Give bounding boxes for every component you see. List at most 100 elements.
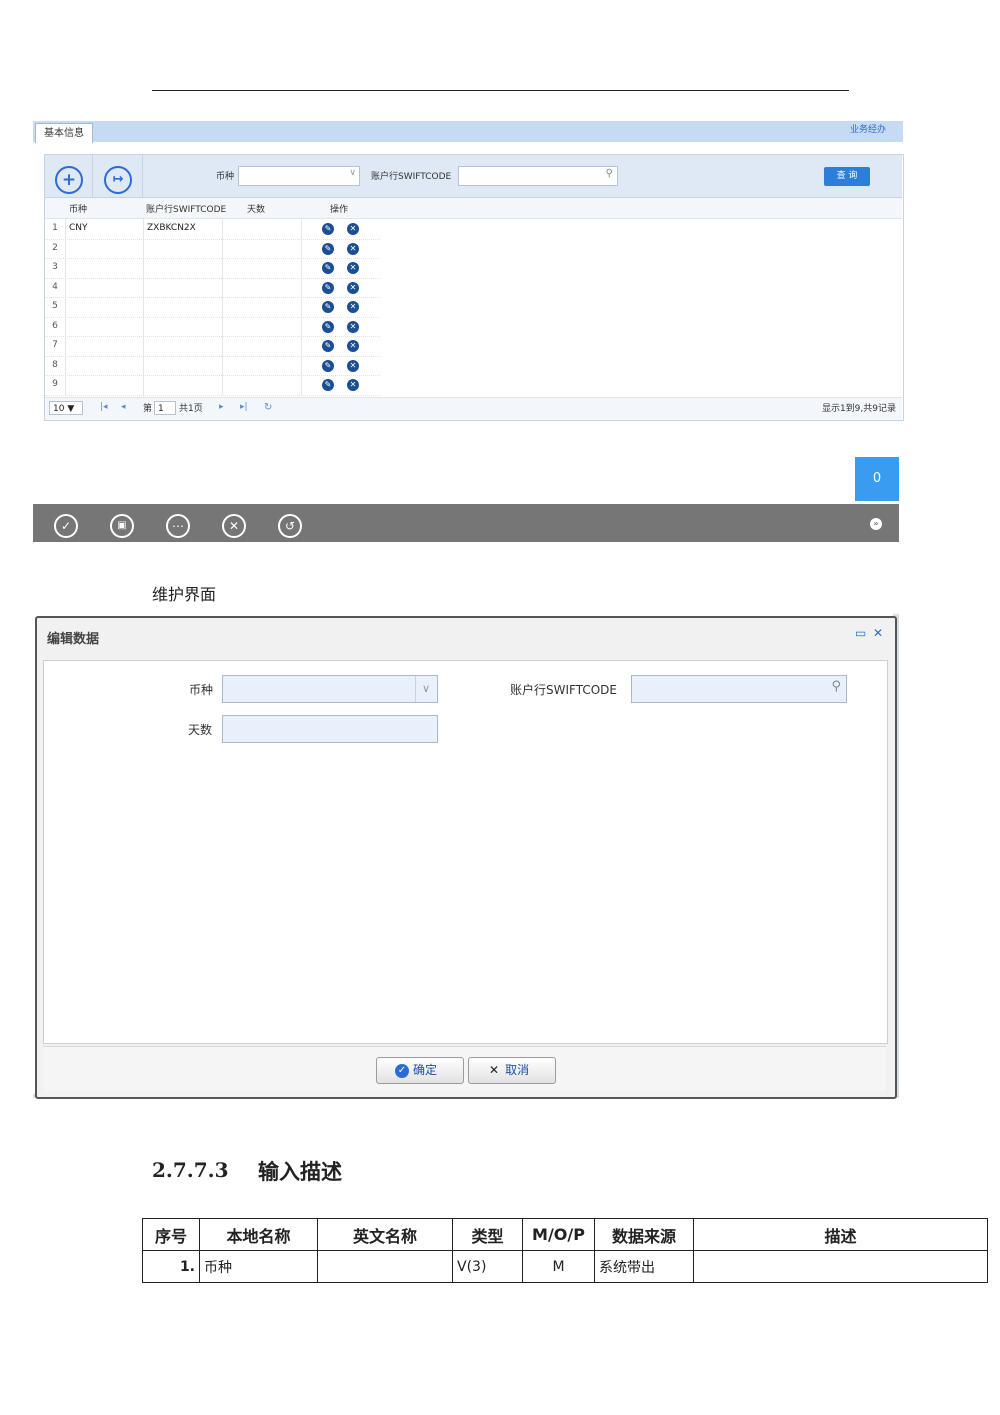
- delete-icon[interactable]: ✕: [347, 379, 359, 391]
- table-row[interactable]: 6 ✎ ✕: [45, 316, 380, 337]
- column-divider: [65, 219, 66, 239]
- header-cell: 序号: [142, 1218, 200, 1251]
- column-divider: [222, 336, 223, 356]
- currency-cell: [69, 239, 144, 259]
- column-divider: [222, 316, 223, 336]
- delete-icon[interactable]: ✕: [347, 320, 359, 333]
- column-divider: [143, 258, 144, 278]
- header-cell: M/O/P: [522, 1218, 595, 1251]
- edit-icon[interactable]: ✎: [322, 320, 334, 333]
- edit-icon[interactable]: ✎: [322, 223, 334, 235]
- col-days[interactable]: 天数: [247, 202, 265, 215]
- days-cell: [226, 297, 301, 317]
- ok-button[interactable]: ✓ 确定: [376, 1057, 464, 1084]
- col-swift[interactable]: 账户行SWIFTCODE: [146, 202, 226, 215]
- table-row[interactable]: 2 ✎ ✕: [45, 238, 380, 259]
- input-spec-table: 序号 本地名称 英文名称 类型 M/O/P 数据来源 描述 1. 币种 V(3)…: [142, 1218, 988, 1283]
- edit-icon[interactable]: ✎: [322, 340, 334, 352]
- table-row[interactable]: 9 ✎ ✕: [45, 375, 380, 396]
- swift-input[interactable]: ⚲: [631, 675, 847, 703]
- currency-cell: [69, 356, 144, 376]
- table-row: 1. 币种 V(3) M 系统带出: [142, 1250, 988, 1283]
- back-icon[interactable]: ↺: [278, 514, 302, 538]
- swift-cell: [147, 258, 222, 278]
- cancel-button[interactable]: ✕ 取消: [468, 1057, 556, 1084]
- currency-filter-select[interactable]: ∨: [238, 166, 360, 186]
- more-icon[interactable]: ⋯: [166, 514, 190, 538]
- toolbar-divider: [92, 155, 93, 197]
- row-number: 5: [52, 301, 58, 311]
- column-divider: [143, 277, 144, 297]
- row-number: 1: [52, 223, 58, 233]
- column-divider: [301, 336, 302, 356]
- desc-cell: [693, 1250, 988, 1283]
- add-icon[interactable]: +: [55, 166, 83, 194]
- delete-icon[interactable]: ✕: [347, 340, 359, 352]
- edit-icon[interactable]: ✎: [322, 242, 334, 255]
- delete-icon[interactable]: ✕: [347, 242, 359, 255]
- table-row[interactable]: 1 CNY ZXBKCN2X ✎ ✕: [45, 219, 380, 240]
- maximize-icon[interactable]: ▭: [855, 626, 866, 640]
- edit-icon[interactable]: ✎: [322, 379, 334, 391]
- table-row[interactable]: 3 ✎ ✕: [45, 258, 380, 279]
- seq-cell: 1.: [142, 1250, 200, 1283]
- table-row[interactable]: 4 ✎ ✕: [45, 277, 380, 298]
- swift-cell: [147, 239, 222, 259]
- tab-basic-info[interactable]: 基本信息: [35, 123, 93, 143]
- delete-icon[interactable]: ✕: [347, 281, 359, 294]
- row-number: 8: [52, 359, 58, 370]
- check-icon: ✓: [395, 1063, 409, 1078]
- search-icon[interactable]: ⚲: [606, 168, 613, 179]
- days-cell: [226, 219, 301, 239]
- page-number-input[interactable]: 1: [154, 401, 176, 415]
- last-page-icon[interactable]: ▸|: [240, 402, 248, 412]
- expand-icon[interactable]: »: [870, 518, 882, 530]
- first-page-icon[interactable]: |◂: [100, 402, 108, 412]
- count-badge[interactable]: 0: [855, 457, 899, 501]
- column-divider: [301, 297, 302, 317]
- swift-cell: [147, 375, 222, 395]
- prev-page-icon[interactable]: ◂: [121, 402, 126, 412]
- currency-select[interactable]: ∨: [222, 675, 438, 703]
- currency-cell: [69, 278, 144, 298]
- edit-icon[interactable]: ✎: [322, 262, 334, 274]
- query-button[interactable]: 查 询: [824, 167, 870, 186]
- edit-icon[interactable]: ✎: [322, 359, 334, 372]
- search-icon[interactable]: ⚲: [831, 679, 841, 694]
- delete-icon[interactable]: ✕: [347, 223, 359, 235]
- days-label: 天数: [188, 723, 213, 737]
- refresh-icon[interactable]: ↻: [264, 402, 272, 413]
- days-input[interactable]: [222, 715, 438, 743]
- col-currency[interactable]: 币种: [69, 202, 87, 215]
- dialog-footer: ✓ 确定 ✕ 取消: [43, 1046, 886, 1091]
- column-divider: [301, 277, 302, 297]
- next-page-icon[interactable]: ▸: [219, 402, 224, 412]
- english-name-cell: [317, 1250, 453, 1283]
- swift-filter-input[interactable]: ⚲: [458, 166, 618, 186]
- delete-icon[interactable]: ✕: [347, 359, 359, 372]
- delete-icon[interactable]: ✕: [347, 262, 359, 274]
- table-row[interactable]: 8 ✎ ✕: [45, 355, 380, 376]
- edit-icon[interactable]: ✎: [322, 281, 334, 294]
- close-icon[interactable]: ✕: [873, 626, 883, 640]
- edit-icon[interactable]: ✎: [322, 301, 334, 313]
- page-size-select[interactable]: 10 ▼: [49, 401, 83, 415]
- export-icon[interactable]: ↦: [104, 166, 132, 194]
- column-divider: [222, 219, 223, 239]
- table-row[interactable]: 5 ✎ ✕: [45, 297, 380, 318]
- business-link[interactable]: 业务经办: [850, 123, 886, 137]
- chevron-down-icon[interactable]: ∨: [415, 676, 436, 702]
- close-icon[interactable]: ✕: [222, 514, 246, 538]
- confirm-icon[interactable]: ✓: [54, 514, 78, 538]
- save-icon[interactable]: ▣: [110, 514, 134, 538]
- column-divider: [143, 238, 144, 258]
- currency-cell: [69, 336, 144, 356]
- column-divider: [301, 219, 302, 239]
- days-cell: [226, 258, 301, 278]
- row-number: 9: [52, 379, 58, 389]
- top-tab-bar: [33, 121, 903, 142]
- delete-icon[interactable]: ✕: [347, 301, 359, 313]
- days-cell: [226, 356, 301, 376]
- table-row[interactable]: 7 ✎ ✕: [45, 336, 380, 357]
- cancel-icon: ✕: [489, 1063, 500, 1077]
